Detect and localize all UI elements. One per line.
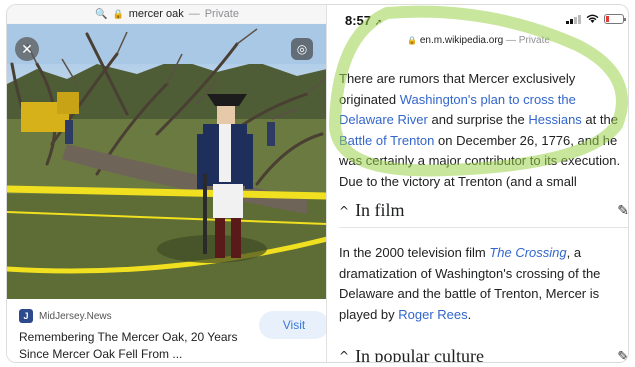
- link-battle-of-trenton[interactable]: Battle of Trenton: [339, 133, 434, 148]
- source-title[interactable]: Remembering The Mercer Oak, 20 Years Sin…: [19, 329, 249, 362]
- wikipedia-pane: 8:57 ➚ 🔒 en.m.wikipedia.org — Private Th…: [327, 5, 628, 363]
- private-label: Private: [518, 35, 550, 46]
- left-url-bar[interactable]: 🔍 🔒 mercer oak — Private: [7, 5, 327, 23]
- section-title: In film: [355, 200, 405, 220]
- article-text: and surprise the: [427, 112, 529, 127]
- location-arrow-icon: ➚: [374, 17, 383, 27]
- lock-icon: 🔒: [112, 8, 124, 19]
- ios-status-bar: 8:57 ➚: [327, 5, 628, 31]
- link-hessians[interactable]: Hessians: [528, 112, 581, 127]
- chevron-up-icon: ^: [339, 349, 350, 363]
- visit-button[interactable]: Visit: [259, 311, 329, 339]
- article-text: at the: [581, 112, 618, 127]
- article-paragraph: There are rumors that Mercer exclusively…: [339, 69, 628, 192]
- private-label: Private: [204, 8, 239, 20]
- link-roger-rees[interactable]: Roger Rees: [398, 307, 467, 322]
- search-query: mercer oak: [128, 8, 184, 20]
- section-in-film[interactable]: ^ In film ✎: [339, 194, 628, 228]
- section-title: In popular culture: [355, 345, 485, 363]
- url-separator: —: [188, 8, 200, 20]
- battery-icon: [604, 14, 626, 24]
- image-result-pane: 🔍 🔒 mercer oak — Private ✕ ◎ J MidJersey…: [7, 5, 329, 362]
- wifi-icon: [586, 14, 599, 23]
- article-text: .: [467, 306, 472, 322]
- source-logo-icon: J: [19, 309, 33, 323]
- screenshot-frame: 🔍 🔒 mercer oak — Private ✕ ◎ J MidJersey…: [6, 4, 629, 363]
- mercer-oak-photo[interactable]: ✕ ◎: [7, 24, 327, 299]
- signal-icon: [566, 14, 581, 24]
- url-domain: en.m.wikipedia.org: [419, 35, 504, 46]
- search-icon: 🔍: [95, 8, 108, 20]
- lens-icon[interactable]: ◎: [291, 38, 313, 60]
- edit-pencil-icon[interactable]: ✎: [617, 348, 628, 363]
- status-time: 8:57 ➚: [345, 13, 383, 28]
- source-name: MidJersey.News: [39, 310, 112, 322]
- lock-icon: 🔒: [407, 36, 418, 45]
- source-card[interactable]: J MidJersey.News Remembering The Mercer …: [7, 299, 329, 362]
- close-icon[interactable]: ✕: [15, 37, 39, 61]
- article-text: In the 2000 television film: [339, 245, 490, 260]
- photo-illustration: [7, 24, 327, 299]
- url-separator: —: [506, 35, 516, 46]
- film-paragraph: In the 2000 television film The Crossing…: [339, 243, 628, 325]
- section-in-popular-culture[interactable]: ^ In popular culture ✎: [339, 339, 628, 363]
- link-the-crossing[interactable]: The Crossing: [489, 245, 566, 260]
- right-url-bar[interactable]: 🔒 en.m.wikipedia.org — Private: [327, 35, 628, 46]
- chevron-up-icon: ^: [339, 203, 350, 218]
- pane-divider: [326, 5, 327, 362]
- edit-pencil-icon[interactable]: ✎: [617, 202, 628, 219]
